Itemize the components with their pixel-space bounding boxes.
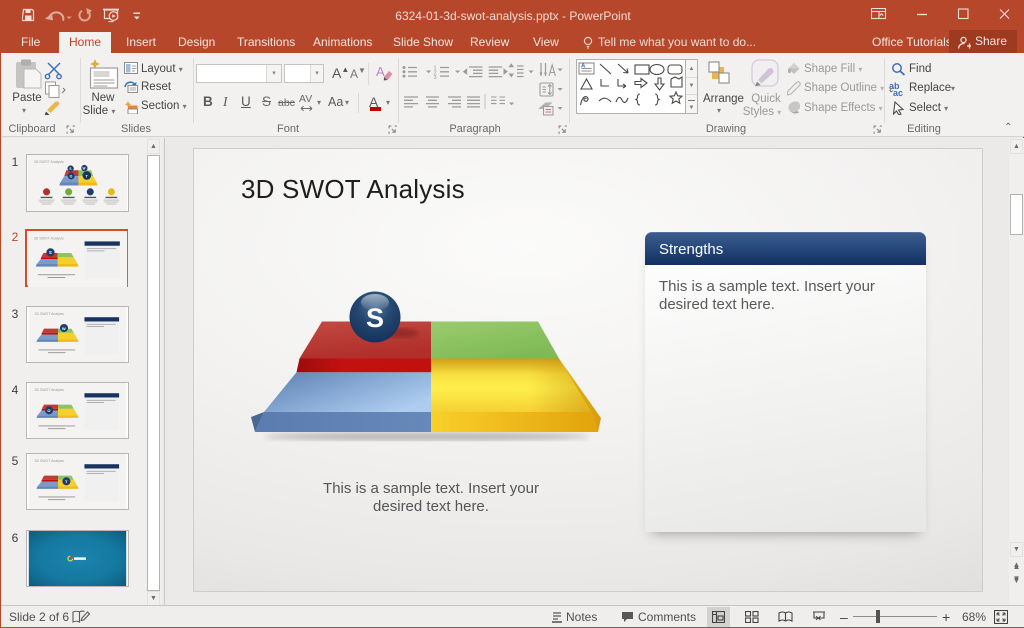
svg-text:W: W <box>83 167 86 171</box>
svg-text:3D SWOT Analysis: 3D SWOT Analysis <box>34 236 64 240</box>
svg-text:3D SWOT Analysis: 3D SWOT Analysis <box>35 388 65 392</box>
svg-text:A: A <box>376 64 385 79</box>
svg-text:O: O <box>70 174 73 178</box>
svg-text:3: 3 <box>434 75 437 81</box>
svg-text:3D SWOT Analysis: 3D SWOT Analysis <box>35 459 65 463</box>
svg-text:S: S <box>366 303 384 333</box>
svg-text:W: W <box>62 326 66 331</box>
svg-text:ac: ac <box>893 88 903 96</box>
svg-text:3D SWOT Analysis: 3D SWOT Analysis <box>35 312 65 316</box>
svg-text:S: S <box>49 250 52 255</box>
svg-text:A: A <box>581 64 586 70</box>
svg-text:3D SWOT Analysis: 3D SWOT Analysis <box>34 160 64 164</box>
svg-text:O: O <box>47 408 50 413</box>
svg-text:S: S <box>69 167 71 171</box>
